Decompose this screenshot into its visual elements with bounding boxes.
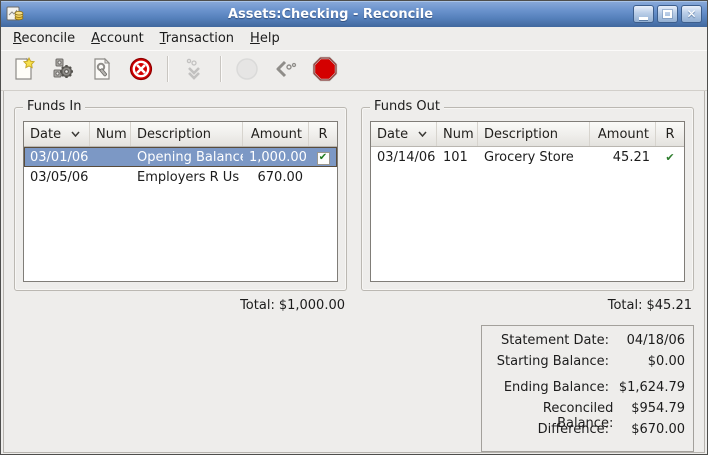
totals-row: Total:$1,000.00 Total:$45.21: [14, 298, 694, 313]
summary-row-statement-date: Statement Date: 04/18/06: [490, 333, 685, 354]
maximize-button[interactable]: [657, 5, 678, 23]
sort-desc-icon: [71, 131, 80, 137]
funds-in-header: Date Num Description Amount R: [24, 122, 337, 147]
summary-row-starting-balance: Starting Balance: $0.00: [490, 354, 685, 375]
close-icon: ✕: [686, 8, 696, 20]
chevron-down-dots-icon: [181, 56, 207, 82]
funds-out-total: Total:$45.21: [361, 298, 694, 313]
gnucash-window-icon[interactable]: [6, 6, 24, 22]
funds-out-table: Date Num Description Amount R 03/14/06 1…: [370, 121, 685, 282]
column-header-description[interactable]: Description: [478, 122, 590, 146]
funds-in-panel: Funds In Date Num Description Amount R 0…: [14, 107, 347, 291]
new-transaction-button[interactable]: [11, 56, 37, 82]
stop-sign-icon: [312, 56, 338, 82]
check-icon: ✔: [665, 151, 674, 164]
toolbar-separator: [167, 56, 168, 82]
delete-icon: [128, 56, 154, 82]
column-header-reconciled[interactable]: R: [656, 122, 684, 146]
minimize-button[interactable]: [633, 5, 654, 23]
open-button[interactable]: [181, 56, 207, 82]
finish-button[interactable]: [234, 56, 260, 82]
balance-button[interactable]: [50, 56, 76, 82]
column-header-num[interactable]: Num: [437, 122, 478, 146]
checked-checkbox-icon: ✔: [317, 152, 330, 165]
menu-reconcile[interactable]: Reconcile: [5, 28, 83, 49]
column-header-date[interactable]: Date: [24, 122, 90, 146]
menu-account[interactable]: Account: [83, 28, 152, 49]
cancel-button[interactable]: [312, 56, 338, 82]
toolbar: [1, 50, 707, 91]
window-title: Assets:Checking - Reconcile: [28, 7, 633, 22]
chevron-left-dots-icon: [273, 56, 299, 82]
column-header-amount[interactable]: Amount: [590, 122, 656, 146]
funds-out-label: Funds Out: [370, 99, 444, 114]
funds-in-table: Date Num Description Amount R 03/01/06 O…: [23, 121, 338, 282]
finish-circle-icon: [234, 56, 260, 82]
document-wrench-icon: [89, 56, 115, 82]
reconcile-window: Assets:Checking - Reconcile ✕ Reconcile …: [0, 0, 708, 455]
delete-button[interactable]: [128, 56, 154, 82]
toolbar-separator: [220, 56, 221, 82]
edit-button[interactable]: [89, 56, 115, 82]
table-row[interactable]: 03/14/06 101 Grocery Store 45.21 ✔: [371, 147, 684, 167]
funds-out-panel: Funds Out Date Num Description Amount R …: [361, 107, 694, 291]
maximize-icon: [663, 10, 672, 18]
funds-in-total: Total:$1,000.00: [14, 298, 347, 313]
balance-summary: Statement Date: 04/18/06 Starting Balanc…: [481, 325, 694, 452]
column-header-num[interactable]: Num: [90, 122, 131, 146]
column-header-date[interactable]: Date: [371, 122, 437, 146]
menubar: Reconcile Account Transaction Help: [1, 27, 707, 50]
new-document-star-icon: [11, 56, 37, 82]
funds-in-label: Funds In: [23, 99, 85, 114]
menu-help[interactable]: Help: [242, 28, 288, 49]
minimize-icon: [639, 17, 648, 20]
funds-out-header: Date Num Description Amount R: [371, 122, 684, 147]
summary-row-ending-balance: Ending Balance: $1,624.79: [490, 380, 685, 401]
column-header-reconciled[interactable]: R: [309, 122, 337, 146]
column-header-description[interactable]: Description: [131, 122, 243, 146]
postpone-button[interactable]: [273, 56, 299, 82]
gears-icon: [50, 56, 76, 82]
column-header-amount[interactable]: Amount: [243, 122, 309, 146]
table-row[interactable]: 03/01/06 Opening Balance 1,000.00 ✔: [24, 147, 337, 167]
sort-desc-icon: [418, 131, 427, 137]
summary-row-reconciled-balance: Reconciled Balance: $954.79: [490, 401, 685, 422]
titlebar[interactable]: Assets:Checking - Reconcile ✕: [1, 1, 707, 27]
reconcile-toggle[interactable]: ✔: [309, 149, 337, 165]
table-row[interactable]: 03/05/06 Employers R Us 670.00: [24, 167, 337, 187]
close-button[interactable]: ✕: [681, 5, 702, 23]
reconcile-toggle[interactable]: ✔: [656, 150, 684, 165]
menu-transaction[interactable]: Transaction: [152, 28, 242, 49]
content-area: Funds In Date Num Description Amount R 0…: [3, 91, 705, 453]
